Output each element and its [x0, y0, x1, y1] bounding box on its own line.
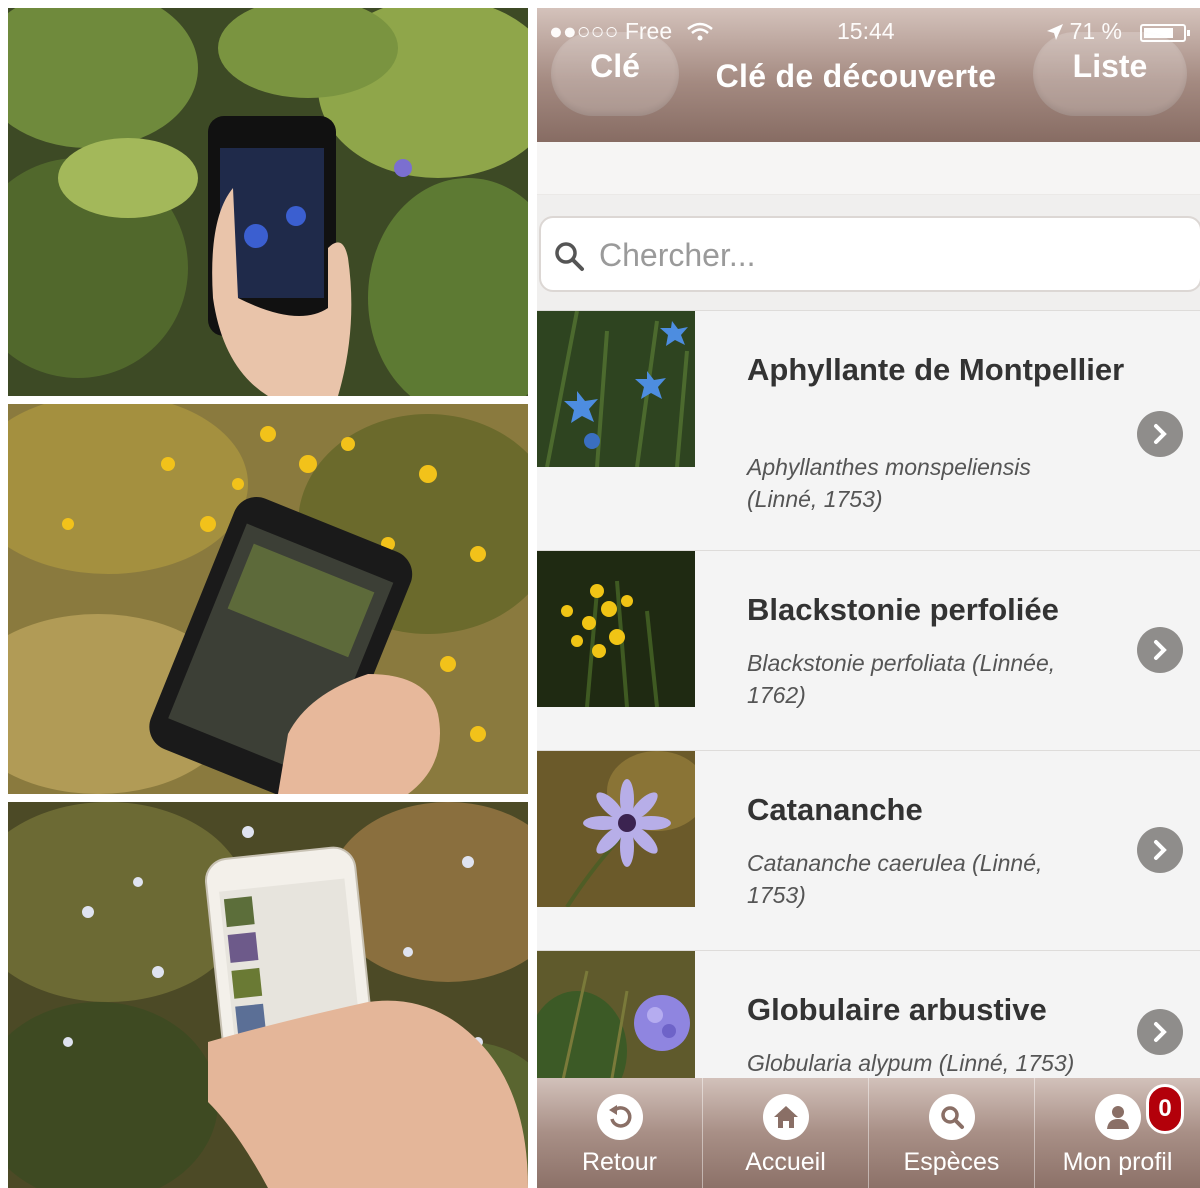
list-item[interactable]: Aphyllante de Montpellier Aphyllanthes m…: [537, 310, 1200, 550]
page-title: Clé de découverte: [715, 58, 997, 94]
search-icon: [555, 242, 584, 271]
search-input[interactable]: [597, 232, 1161, 278]
species-scientific-name: Catananche caerulea (Linné, 1753): [747, 850, 1043, 908]
species-thumbnail: [537, 551, 695, 707]
species-scientific-name: Globularia alypum (Linné, 1753): [747, 1050, 1075, 1076]
app-screen: ●●○○○ Free 15:44 71 % Clé Clé de découve…: [537, 8, 1200, 1188]
tab-label: Mon profil: [1062, 1148, 1173, 1176]
species-name: Globulaire arbustive: [747, 992, 1047, 1027]
tab-label: Retour: [581, 1148, 658, 1176]
photo-phone-in-rosemary: [8, 802, 528, 1188]
back-arrow-icon: [596, 1094, 643, 1140]
tab-especes[interactable]: Espèces: [869, 1078, 1035, 1188]
search-icon: [928, 1094, 975, 1140]
list-item[interactable]: Blackstonie perfoliée Blackstonie perfol…: [537, 550, 1200, 750]
sub-header: [537, 142, 1200, 195]
notification-badge: 0: [1146, 1084, 1184, 1134]
user-icon: [1094, 1094, 1141, 1140]
species-thumbnail: [537, 751, 695, 907]
wifi-icon: [687, 22, 713, 41]
chevron-right-icon[interactable]: [1137, 1009, 1183, 1055]
tab-retour[interactable]: Retour: [537, 1078, 703, 1188]
cle-button[interactable]: Clé: [551, 32, 679, 116]
species-name: Catananche: [747, 792, 923, 827]
chevron-right-icon[interactable]: [1137, 627, 1183, 673]
photo-phone-in-yellow-flowers: [8, 404, 528, 794]
tab-label: Espèces: [903, 1148, 1000, 1176]
species-thumbnail: [537, 311, 695, 467]
home-icon: [762, 1094, 809, 1140]
chevron-right-icon[interactable]: [1137, 827, 1183, 873]
liste-button[interactable]: Liste: [1033, 32, 1187, 116]
species-name: Blackstonie perfoliée: [747, 592, 1059, 627]
tab-accueil[interactable]: Accueil: [703, 1078, 869, 1188]
navigation-bar: ●●○○○ Free 15:44 71 % Clé Clé de découve…: [537, 8, 1200, 142]
photo-phone-in-shrub: [8, 8, 528, 396]
species-scientific-name: Blackstonie perfoliata (Linnée, 1762): [747, 650, 1056, 708]
list-item[interactable]: Catananche Catananche caerulea (Linné, 1…: [537, 750, 1200, 950]
tab-bar: Retour Accueil Espèces Mon profil 0: [537, 1078, 1200, 1188]
species-name: Aphyllante de Montpellier: [747, 352, 1125, 387]
chevron-right-icon[interactable]: [1137, 411, 1183, 457]
tab-mon-profil[interactable]: Mon profil 0: [1035, 1078, 1200, 1188]
species-scientific-name: Aphyllanthes monspeliensis (Linné, 1753): [747, 454, 1031, 512]
search-bar[interactable]: [539, 216, 1200, 292]
clock: 15:44: [837, 18, 895, 44]
tab-label: Accueil: [745, 1148, 826, 1176]
